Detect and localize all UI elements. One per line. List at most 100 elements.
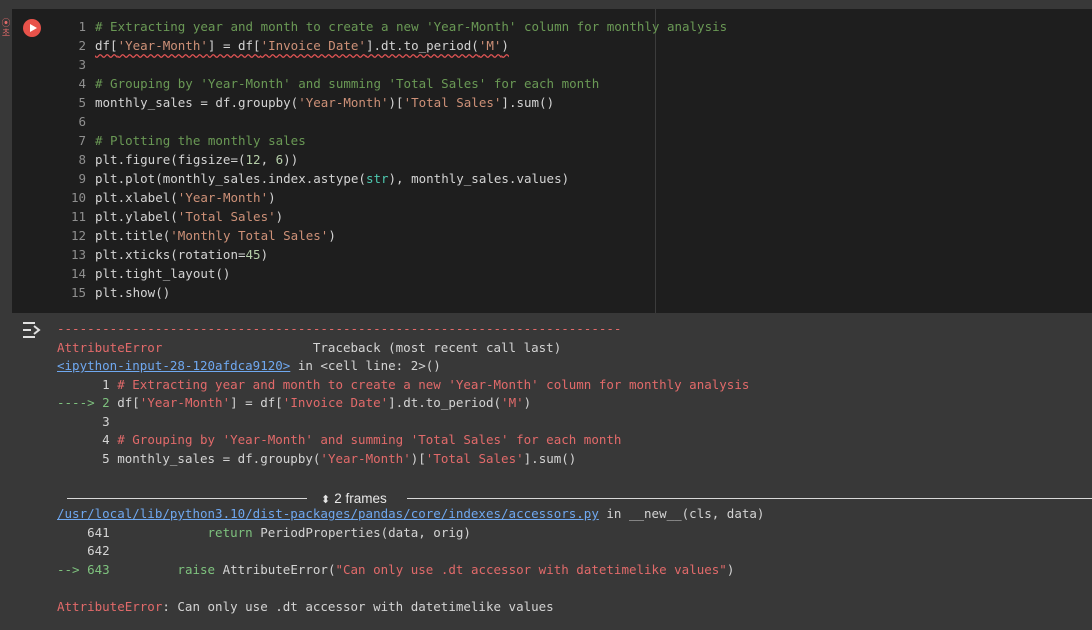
line-number: 2 (78, 38, 86, 53)
traceback-header: AttributeError Traceback (most recent ca… (57, 339, 1092, 358)
traceback-frame-1: 1 # Extracting year and month to create … (57, 376, 1092, 469)
code-token: # Grouping by 'Year-Month' and summing '… (95, 76, 600, 91)
code-text: monthly_sales = df.groupby('Year-Month')… (95, 93, 554, 112)
code-token: ) (260, 247, 269, 262)
code-token: plt.xlabel( (95, 190, 178, 205)
traceback-line: 3 (57, 413, 1092, 432)
code-token: plt.show() (95, 285, 171, 300)
traceback-source-line: <ipython-input-28-120afdca9120> in <cell… (57, 357, 1092, 376)
cell-line-suffix: in <cell line: 2>() (290, 358, 441, 373)
line-number: 6 (78, 114, 86, 129)
code-token: ].sum() (501, 95, 555, 110)
traceback-token: raise (117, 561, 216, 577)
code-token: plt.ylabel( (95, 209, 178, 224)
traceback-token: ] = df[ (230, 395, 283, 410)
code-token: 'M' (478, 38, 502, 53)
code-token: )[ (388, 95, 404, 110)
traceback-line-number: 1 (57, 376, 118, 392)
frames-label: 2 frames (334, 491, 387, 506)
traceback-token: "Can only use .dt accessor with datetime… (335, 561, 727, 577)
traceback-token: 'Invoice Date' (282, 395, 389, 410)
code-token: 12 (245, 152, 261, 167)
line-number: 3 (78, 57, 86, 72)
line-number: 8 (78, 152, 86, 167)
traceback-token: 'Year-Month' (139, 395, 231, 410)
code-text: # Grouping by 'Year-Month' and summing '… (95, 74, 599, 93)
traceback-token: ) (726, 561, 735, 577)
code-token: plt.plot(monthly_sales.index.astype( (95, 171, 366, 186)
traceback-token: PeriodProperties(data, orig) (252, 524, 471, 540)
traceback-token: # Extracting year and month to create a … (117, 376, 750, 392)
traceback-line-number: 5 (57, 450, 118, 466)
traceback-token: df[ (117, 395, 140, 410)
cell-gutter: ⦿ 초 (0, 9, 12, 313)
traceback-line-number: 4 (57, 432, 118, 447)
code-text: plt.title('Monthly Total Sales') (95, 226, 336, 245)
code-token: str (365, 171, 389, 186)
line-number: 9 (78, 171, 86, 186)
traceback-line-number: 3 (57, 413, 110, 429)
traceback-token: ].sum() (523, 450, 577, 466)
traceback-token: # Grouping by 'Year-Month' and summing '… (117, 432, 622, 447)
traceback-separator: ----------------------------------------… (57, 321, 622, 336)
frames-rule-right (407, 498, 1092, 499)
traceback-token: monthly_sales = df.groupby( (117, 450, 321, 466)
traceback-line: 4 # Grouping by 'Year-Month' and summing… (57, 431, 1092, 450)
code-text: # Extracting year and month to create a … (95, 17, 727, 36)
line-number: 12 (70, 228, 86, 243)
code-text: plt.tight_layout() (95, 264, 230, 283)
code-token: df[ (95, 38, 118, 53)
traceback-line: ----> 2 df['Year-Month'] = df['Invoice D… (57, 394, 1092, 413)
code-cell[interactable]: 1 # Extracting year and month to create a… (12, 9, 1092, 313)
line-number: 11 (70, 209, 86, 224)
traceback-line: 5 monthly_sales = df.groupby('Year-Month… (57, 450, 1092, 469)
code-text: plt.figure(figsize=(12, 6)) (95, 150, 298, 169)
traceback-token: return (117, 524, 253, 540)
code-token: plt.title( (95, 228, 171, 243)
code-token: ), monthly_sales.values) (388, 171, 570, 186)
traceback-line: --> 643 raise AttributeError("Can only u… (57, 561, 1092, 580)
frames-divider: ⬍ 2 frames (67, 489, 1092, 509)
code-token: plt.figure(figsize=( (95, 152, 246, 167)
line-number: 7 (78, 133, 86, 148)
traceback-token: 'Total Sales' (425, 450, 524, 466)
code-text: plt.ylabel('Total Sales') (95, 207, 283, 226)
code-token: 'Year-Month' (177, 190, 269, 205)
code-token: 'Invoice Date' (260, 38, 366, 53)
code-token: plt.xticks(rotation= (95, 247, 246, 262)
traceback-token: ].dt.to_period( (388, 395, 502, 410)
final-error-message: : Can only use .dt accessor with datetim… (162, 598, 554, 614)
line-number: 15 (70, 285, 86, 300)
traceback-line: 641 return PeriodProperties(data, orig) (57, 524, 1092, 543)
line-number: 4 (78, 76, 86, 91)
code-token: 'Monthly Total Sales' (170, 228, 329, 243)
line-number: 1 (78, 19, 86, 34)
code-token: ) (501, 38, 509, 53)
run-cell-button[interactable] (23, 19, 41, 37)
code-token: 45 (245, 247, 261, 262)
traceback-token: AttributeError( (215, 561, 336, 577)
code-text: plt.show() (95, 283, 170, 302)
frames-toggle-button[interactable]: ⬍ 2 frames (321, 489, 387, 509)
traceback-line-number: 641 (57, 524, 118, 540)
code-text: df['Year-Month'] = df['Invoice Date'].dt… (95, 36, 509, 55)
traceback-frame-2: 641 return PeriodProperties(data, orig) … (57, 524, 1092, 580)
error-name: AttributeError (57, 339, 163, 355)
line-number: 13 (70, 247, 86, 262)
code-token: ) (268, 190, 276, 205)
traceback-label: Traceback (most recent call last) (312, 339, 562, 355)
code-token: 'Total Sales' (403, 95, 502, 110)
traceback-token: 'Year-Month' (320, 450, 411, 466)
traceback-line-number: 642 (57, 543, 110, 558)
code-token: ].dt.to_period( (365, 38, 479, 53)
chevron-up-down-icon: ⬍ (321, 494, 331, 506)
traceback-token: )[ (410, 450, 426, 466)
line-length-ruler (655, 9, 656, 313)
traceback-token: ) (523, 395, 532, 410)
ipython-input-link[interactable]: <ipython-input-28-120afdca9120> (57, 358, 290, 373)
code-token: 'Total Sales' (177, 209, 276, 224)
output-toggle-icon[interactable] (22, 320, 44, 340)
traceback-token: 'M' (501, 395, 524, 410)
code-token: , (260, 152, 276, 167)
top-bar (0, 0, 1092, 9)
